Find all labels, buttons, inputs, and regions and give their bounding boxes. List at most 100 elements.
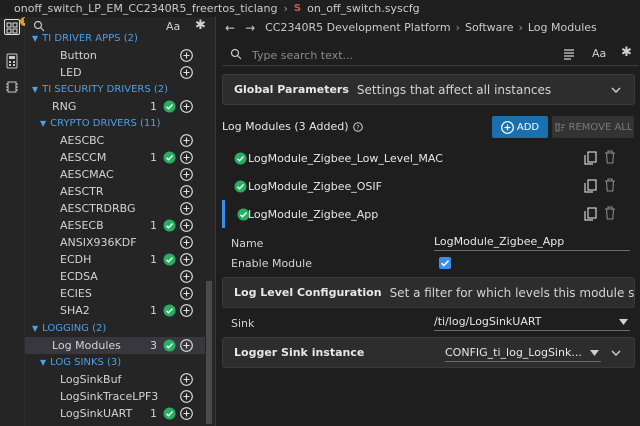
log-module-item[interactable]: LogModule_Zigbee_OSIF <box>222 172 632 200</box>
add-icon[interactable] <box>180 100 193 113</box>
chevron-down-icon <box>611 350 621 356</box>
breadcrumb-item[interactable]: Software <box>465 21 514 34</box>
checkmark-icon <box>440 260 450 267</box>
syscfg-file-icon: S <box>293 3 302 14</box>
name-label: Name <box>231 237 264 250</box>
forward-arrow-icon[interactable]: → <box>245 21 255 35</box>
check-circle-icon <box>163 339 176 352</box>
copy-icon[interactable] <box>584 151 597 165</box>
tree-item-button[interactable]: Button <box>25 47 205 64</box>
calculator-icon[interactable] <box>4 53 20 69</box>
tree-item-logsinkuart[interactable]: LogSinkUART 1 <box>25 405 205 422</box>
help-icon[interactable]: ? <box>352 121 363 132</box>
category-ti-driver-apps[interactable]: ▼ TI DRIVER APPS (2) <box>25 30 205 47</box>
add-icon[interactable] <box>180 202 193 215</box>
breadcrumb-item[interactable]: CC2340R5 Development Platform <box>265 21 450 34</box>
add-icon[interactable] <box>180 168 193 181</box>
log-module-item-selected[interactable]: LogModule_Zigbee_App <box>222 200 632 228</box>
caret-down-icon <box>619 319 628 325</box>
add-icon[interactable] <box>180 219 193 232</box>
tree-item-aescmac[interactable]: AESCMAC <box>25 166 205 183</box>
check-circle-icon <box>163 407 176 420</box>
category-log-sinks[interactable]: ▼ LOG SINKS (3) <box>25 354 205 371</box>
tree-item-ecies[interactable]: ECIES <box>25 285 205 302</box>
enable-module-label: Enable Module <box>231 257 312 270</box>
tree-item-log-modules[interactable]: Log Modules 3 <box>25 337 205 354</box>
category-ti-security-drivers[interactable]: ▼ TI SECURITY DRIVERS (2) <box>25 81 205 98</box>
tree-item-aescbc[interactable]: AESCBC <box>25 132 205 149</box>
tree-item-ecdsa[interactable]: ECDSA <box>25 268 205 285</box>
tree-item-aesccm[interactable]: AESCCM 1 <box>25 149 205 166</box>
add-icon[interactable] <box>180 339 193 352</box>
filter-list-icon[interactable] <box>562 47 576 61</box>
check-circle-icon <box>163 253 176 266</box>
trash-icon[interactable] <box>604 206 616 220</box>
add-icon[interactable] <box>180 390 193 403</box>
sink-select[interactable]: /ti/log/LogSinkUART <box>434 313 630 331</box>
copy-icon[interactable] <box>584 207 597 221</box>
tree-item-ecdh[interactable]: ECDH 1 <box>25 251 205 268</box>
main-panel: ← → CC2340R5 Development Platform › Soft… <box>216 17 640 426</box>
add-circle-icon <box>500 120 514 134</box>
check-circle-icon <box>234 180 247 193</box>
delete-sweep-icon <box>554 123 565 132</box>
add-icon[interactable] <box>180 49 193 62</box>
svg-text:?: ? <box>356 123 359 131</box>
enable-module-checkbox[interactable] <box>439 257 451 269</box>
category-logging[interactable]: ▼ LOGGING (2) <box>25 320 205 337</box>
regex-toggle-icon[interactable]: ✱ <box>621 45 632 60</box>
category-crypto-drivers[interactable]: ▼ CRYPTO DRIVERS (11) <box>25 115 205 132</box>
tree-item-rng[interactable]: RNG 1 <box>25 98 205 115</box>
remove-all-button[interactable]: REMOVE ALL <box>552 116 634 138</box>
match-case-toggle[interactable]: Aa <box>592 47 606 60</box>
sysconfig-view-icon[interactable]: ! <box>4 17 29 35</box>
trash-icon[interactable] <box>604 150 616 164</box>
back-arrow-icon[interactable]: ← <box>225 21 235 35</box>
add-icon[interactable] <box>180 287 193 300</box>
sidebar-scrollbar[interactable] <box>206 281 212 424</box>
add-icon[interactable] <box>180 236 193 249</box>
file-name[interactable]: on_off_switch.syscfg <box>307 2 420 15</box>
tree-item-led[interactable]: LED <box>25 64 205 81</box>
tree-item-ansix936kdf[interactable]: ANSIX936KDF <box>25 234 205 251</box>
check-circle-icon <box>163 151 176 164</box>
search-input[interactable] <box>252 46 552 64</box>
add-icon[interactable] <box>180 185 193 198</box>
add-icon[interactable] <box>180 253 193 266</box>
logger-sink-select[interactable]: CONFIG_ti_log_LogSink... <box>445 344 601 362</box>
add-icon[interactable] <box>180 270 193 283</box>
sink-label: Sink <box>231 317 255 330</box>
activity-bar: ! <box>0 17 29 426</box>
project-name[interactable]: onoff_switch_LP_EM_CC2340R5_freertos_tic… <box>14 2 277 15</box>
trash-icon[interactable] <box>604 178 616 192</box>
breadcrumb-item[interactable]: Log Modules <box>528 21 597 34</box>
breadcrumb: ← → CC2340R5 Development Platform › Soft… <box>216 17 640 38</box>
add-icon[interactable] <box>180 304 193 317</box>
tree-item-sha2[interactable]: SHA2 1 <box>25 302 205 319</box>
log-module-item[interactable]: LogModule_Zigbee_Low_Level_MAC <box>222 144 632 172</box>
name-field[interactable]: LogModule_Zigbee_App <box>434 233 630 251</box>
tree-item-logsinkbuf[interactable]: LogSinkBuf <box>25 371 205 388</box>
chevron-down-icon <box>611 87 621 93</box>
add-icon[interactable] <box>180 407 193 420</box>
check-circle-icon <box>163 219 176 232</box>
tree-item-aesctr[interactable]: AESCTR <box>25 183 205 200</box>
logger-sink-instance-section[interactable]: Logger Sink instance CONFIG_ti_log_LogSi… <box>222 337 635 368</box>
add-icon[interactable] <box>180 66 193 79</box>
tree-item-logsinktracelpf3[interactable]: LogSinkTraceLPF3 <box>25 388 205 405</box>
log-level-configuration-section[interactable]: Log Level Configuration Set a filter for… <box>222 277 635 308</box>
check-circle-icon <box>163 304 176 317</box>
add-icon[interactable] <box>180 151 193 164</box>
add-button[interactable]: ADD <box>492 116 548 138</box>
tree-item-aesctrdrbg[interactable]: AESCTRDRBG <box>25 200 205 217</box>
chevron-right-icon: › <box>283 2 288 15</box>
add-icon[interactable] <box>180 134 193 147</box>
tree-item-aesecb[interactable]: AESECB 1 <box>25 217 205 234</box>
global-parameters-section[interactable]: Global Parameters Settings that affect a… <box>222 74 635 105</box>
add-icon[interactable] <box>180 373 193 386</box>
chevron-right-icon: › <box>518 21 523 34</box>
search-icon <box>230 48 242 60</box>
check-circle-icon <box>163 100 176 113</box>
chip-icon[interactable] <box>4 79 20 95</box>
copy-icon[interactable] <box>584 179 597 193</box>
